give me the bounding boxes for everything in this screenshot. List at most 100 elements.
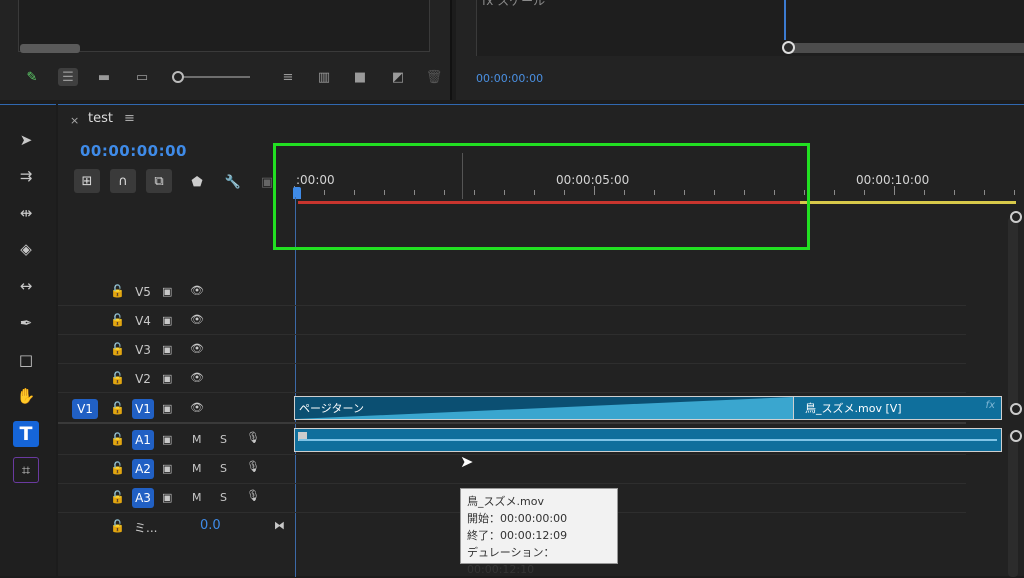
video-scroll-knob-top[interactable] — [1010, 211, 1022, 223]
slip-tool-icon[interactable]: ↔ — [13, 273, 39, 299]
lock-icon[interactable]: 🔓 — [110, 432, 125, 446]
track-v2[interactable]: 🔓 V2 ▣ 👁 — [58, 365, 966, 393]
track-label-a3[interactable]: A3 — [132, 488, 154, 508]
new-item-icon[interactable]: ◩ — [388, 68, 408, 86]
track-v3[interactable]: 🔓 V3 ▣ 👁 — [58, 336, 966, 364]
snap-icon[interactable]: ∩ — [110, 169, 136, 193]
audio-clip[interactable] — [294, 428, 1002, 452]
mix-volume-value[interactable]: 0.0 — [200, 518, 221, 533]
solo-button[interactable]: S — [220, 491, 227, 504]
mute-button[interactable]: M — [192, 462, 202, 475]
sort-icon[interactable]: ≡ — [278, 68, 298, 86]
tab-menu-icon[interactable]: ≡ — [124, 111, 135, 126]
solo-button[interactable]: S — [220, 433, 227, 446]
track-select-tool-icon[interactable]: ⇉ — [13, 163, 39, 189]
zoom-slider-track[interactable] — [178, 76, 250, 78]
tooltip-duration: デュレーション：00:00:12:10 — [467, 546, 555, 576]
remix-tool-icon[interactable]: ⌗ — [13, 457, 39, 483]
ruler-tick — [924, 190, 925, 195]
effect-keyframe-knob[interactable] — [782, 41, 795, 54]
fx-scale-label: fx スケール — [482, 0, 546, 8]
track-label-v4[interactable]: V4 — [132, 311, 154, 331]
sync-lock-icon[interactable]: ▣ — [162, 491, 172, 504]
lock-icon[interactable]: 🔓 — [110, 371, 125, 385]
sync-lock-icon[interactable]: ▣ — [162, 402, 172, 415]
sync-lock-icon[interactable]: ▣ — [162, 285, 172, 298]
effect-playhead[interactable] — [784, 0, 786, 40]
mute-button[interactable]: M — [192, 433, 202, 446]
track-v1[interactable]: V1 🔓 V1 ▣ 👁 ページターン 鳥_スズメ.mov [V] fx — [58, 394, 1002, 424]
zoom-slider-knob[interactable] — [172, 71, 184, 83]
track-label-v3[interactable]: V3 — [132, 340, 154, 360]
type-tool-icon[interactable]: T — [13, 421, 39, 447]
add-marker-icon[interactable]: ⬟ — [188, 173, 206, 191]
ruler-tick — [954, 190, 955, 195]
lock-icon[interactable]: 🔓 — [110, 401, 125, 415]
audio-scroll-knob-top[interactable] — [1010, 430, 1022, 442]
lock-icon[interactable]: 🔓 — [110, 313, 125, 327]
page-turn-transition[interactable] — [295, 397, 793, 419]
transition-label: ページターン — [299, 402, 365, 415]
playhead-timecode[interactable]: 00:00:00:00 — [80, 142, 187, 160]
source-patch-v1[interactable]: V1 — [72, 399, 98, 419]
track-v4[interactable]: 🔓 V4 ▣ 👁 — [58, 307, 966, 335]
eye-icon[interactable]: 👁 — [190, 284, 204, 297]
microphone-icon[interactable]: 🎙 — [246, 460, 260, 473]
track-label-v1[interactable]: V1 — [132, 399, 154, 419]
new-bin-icon[interactable]: ■ — [350, 68, 370, 86]
lock-icon[interactable]: 🔓 — [110, 342, 125, 356]
horizontal-scrollbar[interactable] — [20, 44, 80, 53]
rectangle-tool-icon[interactable]: □ — [13, 347, 39, 373]
mix-end-icon[interactable]: ⧓ — [274, 519, 285, 532]
track-label-v5[interactable]: V5 — [132, 282, 154, 302]
lock-icon[interactable]: 🔓 — [110, 284, 125, 298]
sync-lock-icon[interactable]: ▣ — [162, 462, 172, 475]
audio-waveform — [299, 439, 997, 441]
sync-lock-icon[interactable]: ▣ — [162, 343, 172, 356]
sequence-tab-title[interactable]: test — [88, 111, 113, 126]
freeform-view-icon[interactable]: ▭ — [132, 68, 152, 86]
pen-tool-icon[interactable]: ✒ — [13, 310, 39, 336]
icon-view-icon[interactable]: ▬ — [94, 68, 114, 86]
eye-icon[interactable]: 👁 — [190, 313, 204, 326]
effect-timecode[interactable]: 00:00:00:00 — [476, 72, 543, 85]
eye-icon[interactable]: 👁 — [190, 342, 204, 355]
video-clip[interactable]: ページターン 鳥_スズメ.mov [V] fx — [294, 396, 1002, 420]
pencil-icon[interactable]: ✎ — [22, 68, 42, 86]
eye-icon[interactable]: 👁 — [190, 371, 204, 384]
video-scroll-knob-bottom[interactable] — [1010, 403, 1022, 415]
ruler-tick — [1014, 190, 1015, 195]
linked-selection-icon[interactable]: ⧉ — [146, 169, 172, 193]
lock-icon[interactable]: 🔓 — [110, 519, 125, 533]
microphone-icon[interactable]: 🎙 — [246, 431, 260, 444]
track-a2[interactable]: 🔓 A2 ▣ M S 🎙 — [58, 455, 966, 484]
trash-icon[interactable]: 🗑 — [424, 68, 444, 86]
sync-lock-icon[interactable]: ▣ — [162, 433, 172, 446]
project-list-area[interactable] — [18, 0, 430, 52]
sync-lock-icon[interactable]: ▣ — [162, 314, 172, 327]
eye-icon[interactable]: 👁 — [190, 401, 204, 414]
selection-tool-icon[interactable]: ➤ — [13, 127, 39, 153]
hand-tool-icon[interactable]: ✋ — [13, 383, 39, 409]
solo-button[interactable]: S — [220, 462, 227, 475]
sync-lock-icon[interactable]: ▣ — [162, 372, 172, 385]
track-label-v2[interactable]: V2 — [132, 369, 154, 389]
lock-icon[interactable]: 🔓 — [110, 461, 125, 475]
nest-toggle-icon[interactable]: ⊞ — [74, 169, 100, 193]
track-label-a1[interactable]: A1 — [132, 430, 154, 450]
automate-icon[interactable]: ▥ — [314, 68, 334, 86]
audio-vertical-scrollbar[interactable] — [1008, 433, 1018, 577]
list-view-icon[interactable]: ☰ — [58, 68, 78, 86]
close-tab-icon[interactable]: × — [70, 114, 79, 127]
mute-button[interactable]: M — [192, 491, 202, 504]
edit-point[interactable] — [793, 397, 794, 419]
microphone-icon[interactable]: 🎙 — [246, 489, 260, 502]
track-a1[interactable]: 🔓 A1 ▣ M S 🎙 — [58, 426, 1002, 455]
track-label-a2[interactable]: A2 — [132, 459, 154, 479]
settings-wrench-icon[interactable]: 🔧 — [224, 173, 242, 191]
ripple-edit-tool-icon[interactable]: ⇹ — [13, 200, 39, 226]
lock-icon[interactable]: 🔓 — [110, 490, 125, 504]
razor-tool-icon[interactable]: ◈ — [13, 236, 39, 262]
video-vertical-scrollbar[interactable] — [1008, 217, 1018, 411]
track-v5[interactable]: 🔓 V5 ▣ 👁 — [58, 278, 966, 306]
